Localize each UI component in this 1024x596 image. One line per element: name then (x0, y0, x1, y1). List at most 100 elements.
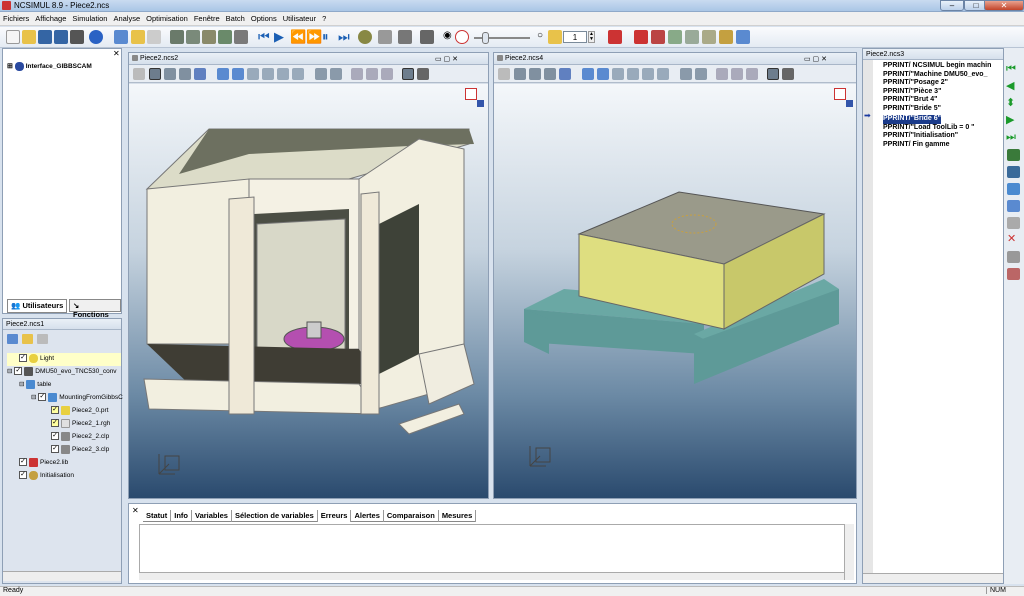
menu-help[interactable]: ? (319, 12, 329, 23)
tab-mesures[interactable]: Mesures (439, 510, 477, 522)
back-view-icon[interactable] (657, 68, 669, 80)
tree-item-clamp3[interactable]: ✓ Piece2_3.clp (51, 444, 109, 457)
menu-optimisation[interactable]: Optimisation (143, 12, 191, 23)
machine-icon[interactable] (170, 30, 184, 44)
truck-icon[interactable] (234, 30, 248, 44)
program-line[interactable]: PPRINT/ NCSIMUL begin machin (883, 62, 991, 71)
layout-icon[interactable] (716, 68, 728, 80)
print-icon[interactable] (70, 30, 84, 44)
program-line[interactable]: PPRINT/"Initialisation" (883, 132, 991, 141)
tree-item-lib[interactable]: ✓ Piece2.lib (19, 457, 68, 470)
tab-erreurs[interactable]: Erreurs (317, 510, 352, 522)
step-input[interactable]: 1 (563, 31, 587, 43)
fixture-icon[interactable] (202, 30, 216, 44)
step-icon[interactable]: ⏩ (306, 30, 322, 44)
page-icon[interactable] (37, 334, 49, 344)
rewind-icon[interactable]: ⏮ (258, 30, 272, 44)
speed-gauge-icon[interactable] (455, 30, 469, 44)
program-line[interactable]: PPRINT/"Brut 4" (883, 96, 991, 105)
tool-change-icon[interactable] (1007, 200, 1020, 212)
program-line-current[interactable]: PPRINT/"Bride 6" (883, 115, 941, 124)
folder-icon[interactable] (22, 334, 34, 344)
program-hscrollbar[interactable] (863, 573, 1003, 583)
tree-item-rough[interactable]: ✓ Piece2_1.rgh (51, 418, 110, 431)
minimize-button[interactable]: – (940, 0, 964, 11)
side-view-icon[interactable] (642, 68, 654, 80)
camera-icon[interactable] (417, 68, 429, 80)
tree-item-light[interactable]: ✓ Light (7, 353, 121, 366)
viewport-left-canvas[interactable] (129, 84, 488, 498)
delete-icon[interactable]: ✕ (1007, 234, 1020, 246)
menu-analyse[interactable]: Analyse (110, 12, 143, 23)
zoom-icon[interactable] (194, 68, 206, 80)
step-spinner[interactable]: ▲ ▼ (588, 31, 595, 43)
zoom-icon[interactable] (559, 68, 571, 80)
pan-icon[interactable] (544, 68, 556, 80)
split-icon[interactable] (746, 68, 758, 80)
rotate-icon[interactable] (164, 68, 176, 80)
menu-fenetre[interactable]: Fenêtre (191, 12, 223, 23)
menu-simulation[interactable]: Simulation (69, 12, 110, 23)
tree-hscrollbar[interactable] (3, 571, 121, 581)
viewport-right-canvas[interactable] (494, 84, 856, 498)
program-line[interactable]: PPRINT/"Machine DMU50_evo_ (883, 71, 991, 80)
compare-icon[interactable] (702, 30, 716, 44)
output-vscrollbar[interactable] (844, 524, 854, 580)
viewport-left-controls[interactable]: ▭ ▢ ✕ (435, 55, 458, 63)
settings-icon[interactable] (114, 30, 128, 44)
tab-statut[interactable]: Statut (143, 510, 172, 522)
eraser-icon[interactable] (398, 30, 412, 44)
first-line-icon[interactable]: ⏮ (1006, 64, 1019, 76)
tab-selection-variables[interactable]: Sélection de variables (232, 510, 318, 522)
viewport-right-controls[interactable]: ▭ ▢ ✕ (804, 55, 827, 63)
monitor-icon[interactable] (7, 334, 18, 344)
program-line[interactable]: PPRINT/"Pièce 3" (883, 88, 991, 97)
pause-icon[interactable]: ⏸ (322, 30, 336, 44)
stop-icon[interactable] (608, 30, 622, 44)
side-view-icon[interactable] (277, 68, 289, 80)
zone-icon[interactable] (685, 30, 699, 44)
menu-fichiers[interactable]: Fichiers (0, 12, 32, 23)
top-view-icon[interactable] (627, 68, 639, 80)
tree-item-mounting[interactable]: ⊟ ✓ MountingFromGibbsC (31, 392, 123, 405)
axis-icon[interactable] (1007, 183, 1020, 195)
front-view-icon[interactable] (612, 68, 624, 80)
output-hscrollbar[interactable] (139, 572, 844, 580)
save-as-icon[interactable] (54, 30, 68, 44)
page-icon[interactable] (147, 30, 161, 44)
back-view-icon[interactable] (292, 68, 304, 80)
close-panel-icon[interactable]: ✕ (113, 49, 120, 58)
machine-tool-icon[interactable] (1007, 149, 1020, 161)
play-icon[interactable]: ▶ (274, 30, 288, 44)
cube-icon[interactable] (378, 30, 392, 44)
current-line-icon[interactable]: ⬍ (1006, 98, 1019, 110)
close-button[interactable]: ✕ (984, 0, 1024, 11)
fit-icon[interactable] (217, 68, 229, 80)
iso-view-icon[interactable] (597, 68, 609, 80)
tree-item-machine[interactable]: ⊟ ✓ DMU50_evo_TNC530_conv (7, 366, 117, 379)
top-view-icon[interactable] (262, 68, 274, 80)
tab-comparaison[interactable]: Comparaison (384, 510, 439, 522)
previous-line-icon[interactable]: ◀ (1006, 81, 1019, 93)
end-icon[interactable]: ⏭ (338, 30, 352, 44)
rotate-icon[interactable] (529, 68, 541, 80)
hand-icon[interactable] (680, 68, 692, 80)
hand-icon[interactable] (315, 68, 327, 80)
cut-icon[interactable] (1007, 268, 1020, 280)
front-view-icon[interactable] (247, 68, 259, 80)
step-back-icon[interactable]: ⏪ (290, 30, 306, 44)
tool-path-icon[interactable] (668, 30, 682, 44)
split-icon[interactable] (381, 68, 393, 80)
pen-icon[interactable] (420, 30, 434, 44)
tree-item-table[interactable]: ⊟ table (19, 379, 51, 392)
menu-affichage[interactable]: Affichage (32, 12, 69, 23)
program-line[interactable]: PPRINT/ Fin gamme (883, 141, 991, 150)
window-icon[interactable] (736, 30, 750, 44)
spindle-icon[interactable] (1007, 166, 1020, 178)
open-folder-icon[interactable] (22, 30, 36, 44)
tool-icon[interactable] (186, 30, 200, 44)
machine-red-icon[interactable] (634, 30, 648, 44)
tab-info[interactable]: Info (171, 510, 192, 522)
tab-alertes[interactable]: Alertes (351, 510, 384, 522)
spindle-icon[interactable] (651, 30, 665, 44)
